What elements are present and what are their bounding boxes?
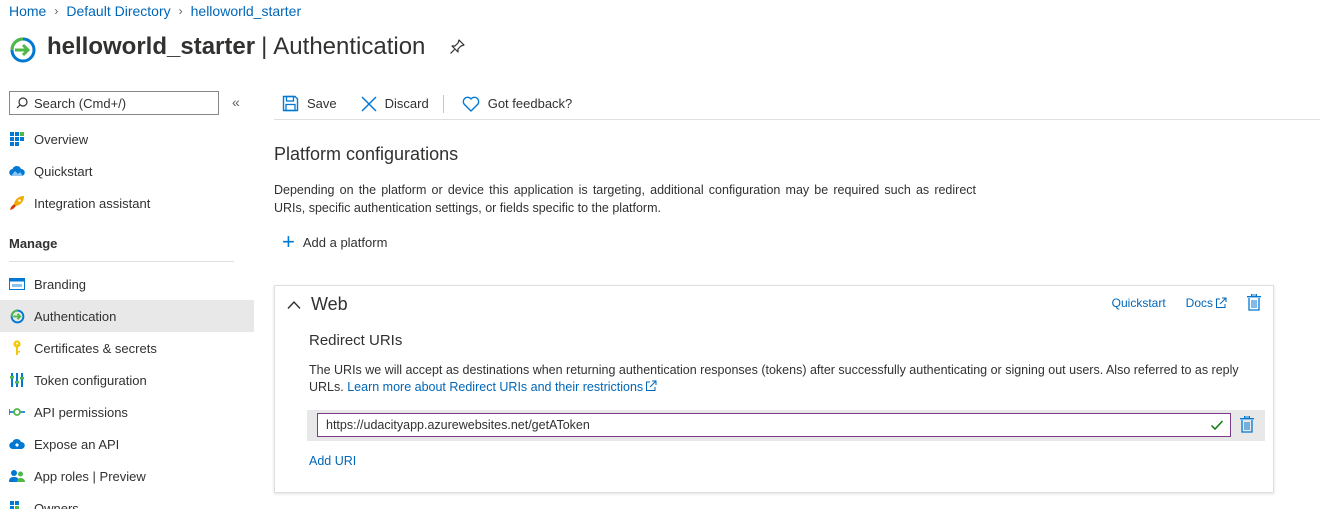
heart-icon [462,96,480,112]
sidebar-item-label: Authentication [34,308,117,324]
sidebar-item-quickstart[interactable]: Quickstart [0,155,254,187]
breadcrumb-home[interactable]: Home [9,3,46,19]
external-link-icon [1216,297,1227,308]
divider [9,261,234,262]
authentication-app-icon [10,37,36,63]
learn-more-link[interactable]: Learn more about Redirect URIs and their… [347,380,657,394]
rocket-icon [9,195,25,211]
search-box[interactable] [9,91,219,115]
quickstart-cloud-icon [9,163,25,179]
delete-uri-icon[interactable] [1240,416,1254,433]
sidebar-item-integration-assistant[interactable]: Integration assistant [0,187,254,219]
token-bars-icon [9,372,25,388]
add-platform-label: Add a platform [302,234,388,250]
search-input[interactable] [34,95,204,111]
redirect-uris-heading: Redirect URIs [309,332,403,349]
sidebar-item-label: Owners [34,500,79,509]
sidebar-item-app-roles[interactable]: App roles | Preview [0,460,254,492]
feedback-button[interactable]: Got feedback? [454,96,573,112]
sidebar-item-label: Quickstart [34,163,93,179]
breadcrumb-default-directory[interactable]: Default Directory [66,3,170,19]
section-description: Depending on the platform or device this… [274,183,976,215]
quickstart-link[interactable]: Quickstart [1112,296,1166,310]
collapse-sidebar-icon[interactable]: « [232,94,240,110]
web-card-title: Web [311,294,348,314]
app-roles-icon [9,468,25,484]
sidebar-nav: Overview Quickstart Integration assistan… [0,123,254,509]
discard-label: Discard [384,96,429,111]
save-button[interactable]: Save [274,95,337,112]
redirect-uri-input[interactable] [326,418,1196,432]
authentication-icon [9,308,25,324]
key-icon [9,340,25,356]
command-bar: Save Discard Got feedback? [274,88,1320,120]
discard-button[interactable]: Discard [353,95,429,112]
breadcrumb: Home › Default Directory › helloworld_st… [9,3,301,19]
external-link-icon [646,380,657,391]
close-icon [361,95,377,112]
expose-api-cloud-icon [9,436,25,452]
sidebar-item-label: Overview [34,131,89,147]
sidebar-item-label: Branding [34,276,87,292]
feedback-label: Got feedback? [487,96,573,111]
page-title-separator: | [261,33,268,60]
page-header: helloworld_starter | Authentication [9,30,466,64]
sidebar-section-manage: Manage [9,236,58,251]
sidebar-item-label: App roles | Preview [34,468,146,484]
save-icon [282,95,299,112]
chevron-up-icon [287,300,301,309]
owners-icon [9,500,25,509]
overview-grid-icon [9,131,25,147]
web-platform-card: Web Quickstart Docs Redirect URIs The UR… [274,285,1274,493]
redirect-uri-row [307,410,1265,441]
toolbar-divider [442,94,444,113]
sidebar-item-label: Integration assistant [34,195,151,211]
plus-icon: + [282,229,295,254]
branding-icon [9,276,25,292]
redirect-uri-field[interactable] [317,413,1231,437]
sidebar-item-expose-api[interactable]: Expose an API [0,428,254,460]
docs-label: Docs [1185,295,1213,310]
api-permissions-icon [9,404,25,420]
search-icon [16,97,28,109]
breadcrumb-app[interactable]: helloworld_starter [191,3,302,19]
chevron-right-icon: › [54,4,59,18]
learn-more-label: Learn more about Redirect URIs and their… [347,380,644,394]
sidebar-item-owners[interactable]: Owners [0,492,254,509]
sidebar-item-certificates-secrets[interactable]: Certificates & secrets [0,332,254,364]
redirect-uris-description: The URIs we will accept as destinations … [309,362,1249,396]
section-heading: Platform configurations [274,144,459,164]
checkmark-icon [1210,420,1224,431]
pin-icon[interactable] [449,39,466,55]
sidebar-item-label: Expose an API [34,436,120,452]
chevron-right-icon: › [178,4,183,18]
sidebar-item-api-permissions[interactable]: API permissions [0,396,254,428]
sidebar-item-overview[interactable]: Overview [0,123,254,155]
save-label: Save [307,96,337,111]
docs-link[interactable]: Docs [1186,296,1227,310]
page-title-app: helloworld_starter [47,33,256,60]
sidebar-item-label: API permissions [34,404,128,420]
add-uri-link[interactable]: Add URI [309,454,356,468]
sidebar-item-branding[interactable]: Branding [0,268,254,300]
add-platform-button[interactable]: + Add a platform [282,229,388,254]
page-title: Authentication [273,33,426,60]
web-card-toggle[interactable]: Web [287,294,348,315]
sidebar-item-label: Certificates & secrets [34,340,157,356]
sidebar-item-authentication[interactable]: Authentication [0,300,254,332]
sidebar-item-token-configuration[interactable]: Token configuration [0,364,254,396]
sidebar-item-label: Token configuration [34,372,147,388]
web-card-actions: Quickstart Docs [1112,294,1261,311]
delete-platform-icon[interactable] [1247,294,1261,311]
